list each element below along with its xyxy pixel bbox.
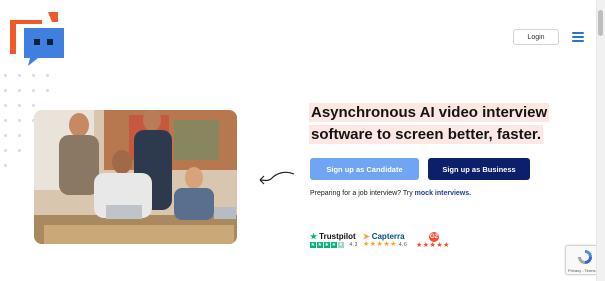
g2-badge[interactable]: G2 ★★★★★ xyxy=(416,232,452,254)
brand-logo[interactable] xyxy=(8,10,66,68)
hamburger-menu-icon[interactable] xyxy=(572,32,584,42)
trustpilot-badge[interactable]: ★ Trustpilot ★ ★ ★ ★ ★ 4.3 xyxy=(310,232,358,254)
page-scrollbar[interactable] xyxy=(596,0,605,281)
g2-logo-icon: G2 xyxy=(429,232,439,242)
recaptcha-terms[interactable]: Privacy - Terms xyxy=(568,268,595,273)
signup-business-button[interactable]: Sign up as Business xyxy=(428,158,530,180)
hero-team-photo xyxy=(34,110,237,244)
capterra-name: Capterra xyxy=(371,232,405,241)
trustpilot-stars: ★ ★ ★ ★ ★ 4.3 xyxy=(310,242,358,248)
capterra-rating: 4.6 xyxy=(398,242,408,248)
curved-arrow-icon xyxy=(259,171,295,185)
g2-stars: ★★★★★ xyxy=(416,242,450,249)
mock-interview-prompt: Preparing for a job interview? Try mock … xyxy=(310,190,471,197)
hero-headline: Asynchronous AI video interview software… xyxy=(309,103,554,147)
headline-line-2: software to screen better, faster. xyxy=(309,125,544,144)
trustpilot-name: Trustpilot xyxy=(319,232,356,241)
capterra-badge[interactable]: ➤ Capterra ★★★★★ 4.6 xyxy=(363,232,407,254)
trustpilot-rating: 4.3 xyxy=(349,242,358,248)
capterra-stars: ★★★★★ 4.6 xyxy=(363,241,408,248)
headline-line-1: Asynchronous AI video interview xyxy=(309,103,550,122)
signup-candidate-button[interactable]: Sign up as Candidate xyxy=(310,158,419,180)
mock-interviews-link[interactable]: mock interviews. xyxy=(415,190,471,197)
prep-text: Preparing for a job interview? Try xyxy=(310,190,413,197)
scrollbar-thumb[interactable] xyxy=(598,10,603,36)
recaptcha-icon xyxy=(578,250,592,264)
login-button[interactable]: Login xyxy=(513,29,559,45)
